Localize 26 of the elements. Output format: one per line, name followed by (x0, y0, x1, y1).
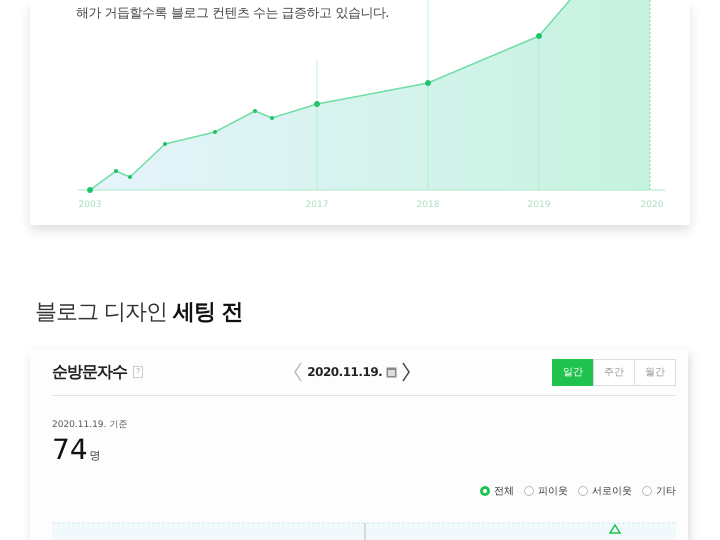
filter-radio[interactable]: 피이웃 (524, 484, 568, 498)
radio-icon[interactable] (480, 486, 490, 496)
filter-label: 서로이웃 (592, 485, 632, 498)
axis-label: 2019 (528, 200, 550, 210)
panel-title: 순방문자수 (52, 362, 127, 382)
radio-icon[interactable] (524, 486, 534, 496)
axis-label: 2017 (306, 200, 328, 210)
axis-label: 2003 (78, 200, 102, 210)
next-icon[interactable] (401, 362, 412, 382)
date-label: 2020.11.19. (307, 365, 382, 379)
axis-label: 2020 (640, 200, 664, 210)
caption: 해가 거듭할수록 블로그 컨텐츠 수는 급증하고 있습니다. (76, 5, 389, 22)
filter-radio[interactable]: 서로이웃 (578, 484, 632, 498)
radio-icon[interactable] (578, 486, 588, 496)
axis-label: 2018 (416, 200, 440, 210)
radio-icon[interactable] (642, 486, 652, 496)
count-unit: 명 (90, 448, 101, 463)
basis-date: 2020.11.19. 기준 (52, 419, 128, 431)
filter-radio[interactable]: 기타 (642, 484, 676, 498)
filter-radio[interactable]: 전체 (480, 484, 514, 498)
filter-label: 전체 (494, 485, 514, 498)
filter-label: 피이웃 (538, 485, 568, 498)
filter-label: 기타 (656, 485, 676, 498)
visitor-count: 74 (52, 433, 88, 466)
section-heading: 블로그 디자인 세팅 전 (35, 299, 243, 327)
previous-icon[interactable] (293, 362, 304, 382)
